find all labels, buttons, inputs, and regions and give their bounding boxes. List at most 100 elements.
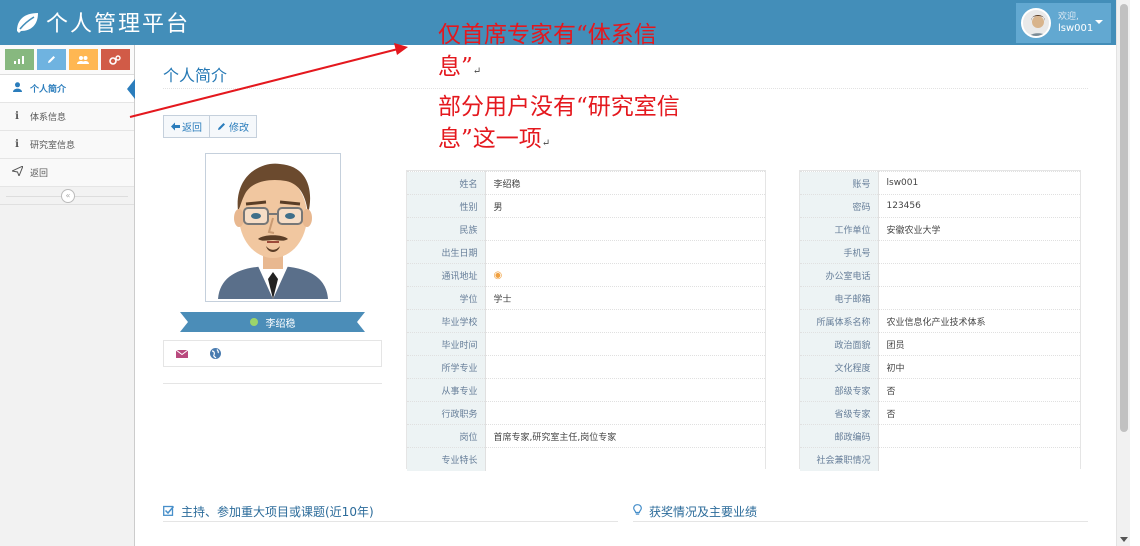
annotation-line: 息”↵ (438, 54, 482, 80)
info-row: 政治面貌 团员 (800, 332, 1080, 356)
user-menu[interactable]: 欢迎, lsw001 (1016, 3, 1111, 43)
info-row: 办公室电话 (800, 263, 1080, 287)
map-marker-icon[interactable]: ◉ (494, 270, 503, 281)
annotation-line: 仅首席专家有“体系信 (438, 22, 657, 48)
profile-name-ribbon: 李绍稳 (180, 312, 365, 332)
info-label: 手机号 (800, 240, 879, 264)
sidebar-item-label: 个人简介 (30, 85, 67, 95)
info-label: 办公室电话 (800, 263, 879, 287)
info-value: 否 (878, 378, 1080, 402)
envelope-icon[interactable] (176, 349, 188, 358)
info-row: 邮政编码 (800, 424, 1080, 448)
brand[interactable]: 个人管理平台 (14, 6, 190, 38)
info-label: 工作单位 (800, 217, 879, 241)
bar-chart-icon (14, 55, 24, 64)
info-value (485, 309, 765, 333)
info-row: 工作单位 安徽农业大学 (800, 217, 1080, 241)
scrollbar-thumb[interactable] (1120, 4, 1128, 432)
sidebar-item-lab-info[interactable]: i 研究室信息 (0, 131, 134, 159)
projects-section-title: 主持、参加重大项目或课题(近10年) (181, 505, 374, 519)
back-button-label: 返回 (182, 123, 202, 134)
info-value (485, 355, 765, 379)
info-label: 政治面貌 (800, 332, 879, 356)
info-label: 民族 (407, 217, 486, 241)
profile-avatar[interactable] (205, 153, 341, 302)
info-label: 毕业时间 (407, 332, 486, 356)
annotation-line: 息”这一项↵ (438, 126, 551, 152)
back-button[interactable]: 返回 (163, 115, 210, 138)
projects-section-header: 主持、参加重大项目或课题(近10年) (163, 502, 618, 522)
info-value: 农业信息化产业技术体系 (878, 309, 1080, 333)
info-row: 性别男 (407, 194, 765, 218)
info-icon: i (15, 139, 19, 150)
info-value (485, 401, 765, 425)
edit-button[interactable]: 修改 (210, 115, 257, 138)
scroll-down-arrow-icon[interactable] (1120, 537, 1128, 542)
action-buttons: 返回 修改 (163, 115, 257, 138)
leaf-icon (17, 13, 38, 33)
info-value (485, 332, 765, 356)
annotation-note: 仅首席专家有“体系信 息”↵ 部分用户没有“研究室信 息”这一项↵ (438, 19, 738, 160)
info-label: 部级专家 (800, 378, 879, 402)
info-value: ◉ (485, 263, 765, 287)
info-value: 123456 (878, 194, 1080, 218)
edit-shortcut-button[interactable] (36, 49, 66, 70)
account-info-table: 账号 lsw001 密码 123456 工作单位 安徽农业大学 手机号 办公室电话 电子邮箱 所属… (799, 170, 1081, 471)
divider (163, 383, 382, 384)
info-row: 电子邮箱 (800, 286, 1080, 310)
profile-name: 李绍稳 (265, 318, 296, 330)
info-label: 性别 (407, 194, 486, 218)
info-label: 行政职务 (407, 401, 486, 425)
caret-down-icon (1095, 20, 1103, 24)
arrow-left-icon (171, 122, 180, 131)
info-label: 从事专业 (407, 378, 486, 402)
pencil-icon (47, 56, 55, 63)
info-label: 账号 (800, 171, 879, 195)
info-label: 文化程度 (800, 355, 879, 379)
info-row: 从事专业 (407, 378, 765, 402)
sidebar-item-system-info[interactable]: i 体系信息 (0, 103, 134, 131)
info-value: 男 (485, 194, 765, 218)
info-value: 李绍稳 (485, 171, 765, 195)
info-value: 否 (878, 401, 1080, 425)
info-value (878, 286, 1080, 310)
info-value: 安徽农业大学 (878, 217, 1080, 241)
info-value (485, 240, 765, 264)
users-shortcut-button[interactable] (68, 49, 98, 70)
sidebar-item-profile[interactable]: 个人简介 (0, 75, 135, 103)
stats-shortcut-button[interactable] (4, 49, 34, 70)
info-row: 省级专家否 (800, 401, 1080, 425)
sidebar-item-back[interactable]: 返回 (0, 159, 134, 187)
info-label: 姓名 (407, 171, 486, 195)
send-icon (9, 165, 24, 179)
info-value (485, 217, 765, 241)
info-row: 手机号 (800, 240, 1080, 264)
info-value: 首席专家,研究室主任,岗位专家 (485, 424, 765, 448)
online-status-icon (249, 318, 258, 326)
info-value: 初中 (878, 355, 1080, 379)
settings-shortcut-button[interactable] (100, 49, 130, 70)
vertical-scrollbar[interactable] (1116, 0, 1130, 546)
info-label: 省级专家 (800, 401, 879, 425)
info-value (878, 447, 1080, 471)
awards-section-header: 获奖情况及主要业绩 (633, 502, 1088, 522)
app-title: 个人管理平台 (46, 12, 191, 37)
contact-links (163, 340, 382, 367)
sidebar-item-label: 体系信息 (30, 113, 67, 123)
info-value: 学士 (485, 286, 765, 310)
lightbulb-icon (633, 504, 642, 519)
user-icon (10, 82, 24, 95)
check-square-icon (163, 505, 175, 519)
globe-icon[interactable] (210, 348, 221, 359)
double-chevron-left-icon[interactable]: « (61, 189, 75, 203)
gears-icon (109, 54, 121, 65)
info-row: 专业特长 (407, 447, 765, 471)
info-row: 所属体系名称 农业信息化产业技术体系 (800, 309, 1080, 333)
info-row: 密码 123456 (800, 194, 1080, 218)
info-value: 团员 (878, 332, 1080, 356)
info-row: 行政职务 (407, 401, 765, 425)
info-row: 毕业学校 (407, 309, 765, 333)
info-label: 毕业学校 (407, 309, 486, 333)
info-label: 所学专业 (407, 355, 486, 379)
info-label: 学位 (407, 286, 486, 310)
